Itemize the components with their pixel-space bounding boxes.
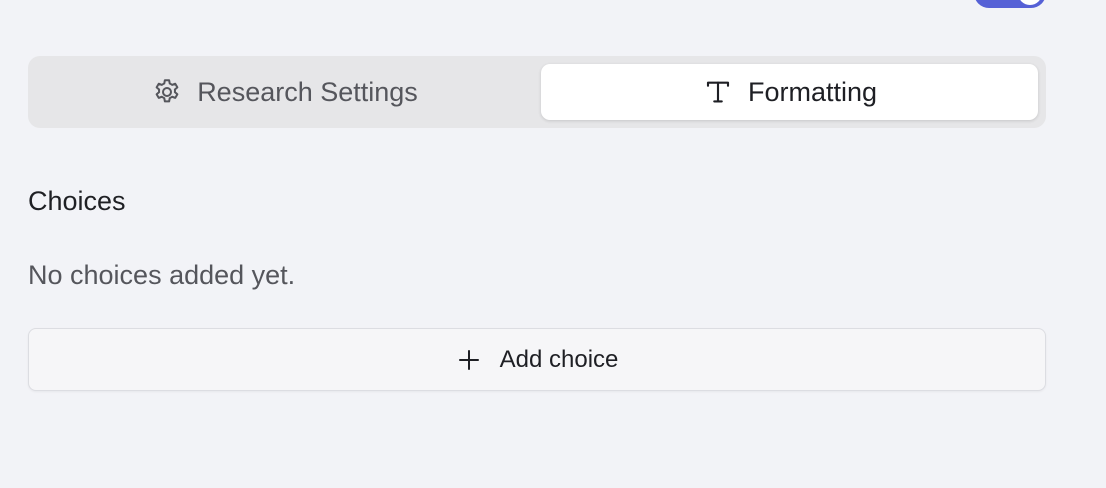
- choices-heading: Choices: [28, 186, 126, 216]
- tab-label: Formatting: [747, 76, 878, 107]
- add-choice-button[interactable]: Add choice: [28, 328, 1046, 391]
- text-type-icon: [702, 76, 734, 108]
- toggle-knob: [1018, 0, 1042, 5]
- gear-icon: [151, 76, 183, 108]
- plus-icon: [456, 347, 482, 373]
- tab-formatting[interactable]: Formatting: [541, 64, 1038, 120]
- empty-choices-message: No choices added yet.: [28, 260, 296, 290]
- tab-label: Research Settings: [197, 76, 418, 107]
- tab-research-settings[interactable]: Research Settings: [36, 64, 533, 120]
- toggle-switch[interactable]: [974, 0, 1046, 8]
- add-choice-label: Add choice: [499, 345, 619, 373]
- settings-panel: Research Settings Formatting Choices No …: [0, 0, 1106, 488]
- tab-bar: Research Settings Formatting: [28, 56, 1046, 128]
